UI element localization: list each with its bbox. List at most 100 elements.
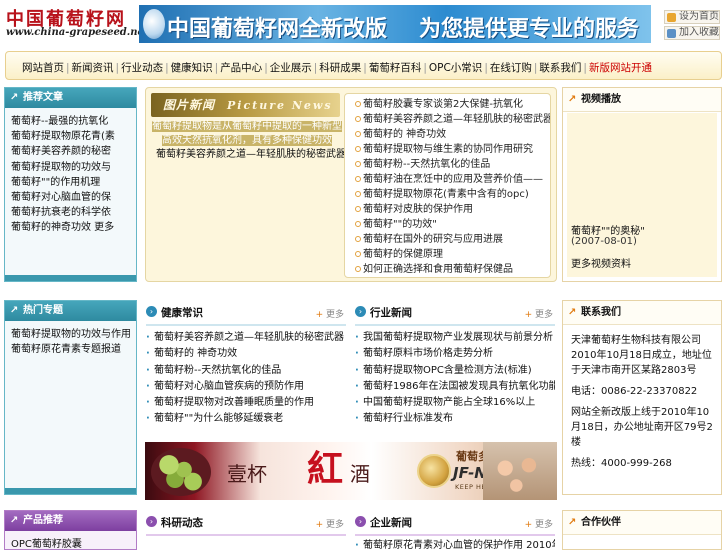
nav-item[interactable]: 企业展示 <box>270 60 312 75</box>
list-item[interactable]: 葡萄籽原花青素专题报道 <box>11 342 130 357</box>
list-item[interactable]: 葡萄籽--最强的抗氧化 <box>11 114 130 129</box>
list-item[interactable]: 葡萄籽""为什么能够延缓衰老 <box>146 411 346 427</box>
ad-seal-image <box>417 454 451 488</box>
list-item[interactable]: 葡萄籽对心脑血管疾病的预防作用 <box>146 379 346 395</box>
partners-box: 合作伙伴 <box>562 510 722 550</box>
nav-item[interactable]: 新闻资讯 <box>72 60 114 75</box>
section-title: 科研动态 <box>161 517 203 529</box>
nav-separator: | <box>264 62 268 74</box>
list-item[interactable]: 葡萄籽1986年在法国被发现具有抗氧化功能 <box>355 379 555 395</box>
box-footer-bar <box>5 275 136 281</box>
banner-left-text: 中国葡萄籽网全新改版 <box>167 17 388 42</box>
list-item[interactable]: 葡萄籽提取物的功效与作用 <box>11 327 130 342</box>
list-item[interactable]: 葡萄籽的 神奇功效 <box>146 346 346 362</box>
list-item[interactable]: 葡萄籽提取物OPC含量检测方法(标准) <box>355 363 555 379</box>
list-item[interactable]: 葡萄籽""的作用机理 <box>11 175 130 190</box>
nav-item[interactable]: 行业动态 <box>121 60 163 75</box>
nav-item[interactable]: 在线订购 <box>490 60 532 75</box>
nav-item[interactable]: 葡萄籽百科 <box>369 60 422 75</box>
list-item[interactable]: 葡萄籽抗衰老的科学依 <box>11 205 130 220</box>
section-header-company: › 企业新闻 + 更多 <box>355 512 555 536</box>
list-item[interactable]: 葡萄籽美容养颜之道—年轻肌肤的秘密武器 <box>146 330 346 346</box>
photo-news-caption[interactable]: 葡萄籽美容养颜之道—年轻肌肤的秘密武器 <box>156 145 346 160</box>
partners-box-title: 合作伙伴 <box>563 511 721 535</box>
hot-topics-title: 热门专题 <box>5 301 136 321</box>
section-bullet-icon: › <box>146 516 157 527</box>
list-item[interactable]: 葡萄籽行业标准发布 <box>355 411 555 427</box>
ad-wine-text: 酒 <box>350 462 370 486</box>
nav-item[interactable]: 科研成果 <box>319 60 361 75</box>
more-link[interactable]: + 更多 <box>316 517 344 530</box>
industry-news-list: 我国葡萄籽提取物产业发展现状与前景分析葡萄籽原料市场价格走势分析葡萄籽提取物OP… <box>355 330 555 428</box>
recommended-articles-box: 推荐文章 葡萄籽--最强的抗氧化葡萄籽提取物原花青(素葡萄籽美容养颜的秘密葡萄籽… <box>4 87 137 282</box>
list-item[interactable]: 葡萄籽胶囊专家谈第2大保健-抗氧化 <box>355 97 550 112</box>
nav-separator: | <box>533 62 538 74</box>
more-link[interactable]: + 更多 <box>525 307 553 320</box>
list-item[interactable]: 葡萄籽粉--天然抗氧化的佳品 <box>146 363 346 379</box>
video-box-title: 视频播放 <box>563 88 721 112</box>
product-recommend-list: OPC葡萄籽胶囊 <box>5 531 136 552</box>
section-title: 行业新闻 <box>370 307 412 319</box>
section-header-industry: › 行业新闻 + 更多 <box>355 302 555 326</box>
list-item[interactable]: 葡萄籽美容养颜的秘密 <box>11 144 130 159</box>
list-item[interactable]: 中国葡萄籽提取物产能占全球16%以上 <box>355 395 555 411</box>
contact-address: 天津葡萄籽生物科技有限公司2010年10月18日成立，地址位于天津市南开区某路2… <box>571 335 712 376</box>
nav-item[interactable]: OPC小常识 <box>429 60 482 75</box>
nav-item[interactable]: 健康知识 <box>171 60 213 75</box>
more-link[interactable]: + 更多 <box>525 517 553 530</box>
nav-items: 网站首页 | 新闻资讯 | 行业动态 | 健康知识 | 产品中心 | 企业展示 | 科研成果 | 葡萄籽百科… <box>22 60 652 75</box>
list-item[interactable]: 葡萄籽原料市场价格走势分析 <box>355 346 555 362</box>
grapes-image <box>151 448 211 496</box>
add-favorite-label: 加入收藏 <box>679 27 719 38</box>
video-player[interactable] <box>567 113 717 277</box>
list-item[interactable]: 葡萄籽的保健原理 <box>355 247 550 262</box>
list-item[interactable]: 葡萄籽提取物原花青(素 <box>11 129 130 144</box>
list-item[interactable]: 葡萄籽在国外的研究与应用进展 <box>355 232 550 247</box>
nav-separator: | <box>165 62 169 74</box>
video-more-link[interactable]: 更多视频资料 <box>571 255 631 270</box>
nav-separator: | <box>214 62 219 74</box>
list-item[interactable]: 葡萄籽提取物与维生素的协同作用研究 <box>355 142 550 157</box>
list-item[interactable]: 葡萄籽对心脑血管的保 <box>11 190 130 205</box>
add-favorite-link[interactable]: 加入收藏 <box>664 26 720 40</box>
ad-family-photo <box>483 442 557 500</box>
photo-news-summary: 葡萄籽提取物是从葡萄籽中提取的一种新型高效天然抗氧化剂，具有多种保健功效 <box>150 120 344 148</box>
photo-news-list: 葡萄籽胶囊专家谈第2大保健-抗氧化 葡萄籽美容养颜之道—年轻肌肤的秘密武器 葡萄籽的… <box>344 93 551 278</box>
list-item[interactable]: 我国葡萄籽提取物产业发展现状与前景分析 <box>355 330 555 346</box>
list-item[interactable]: 葡萄籽粉--天然抗氧化的佳品 <box>355 157 550 172</box>
list-item[interactable]: 葡萄籽对皮肤的保护作用 <box>355 202 550 217</box>
banner-disc-icon <box>143 9 165 39</box>
nav-item[interactable]: 产品中心 <box>220 60 262 75</box>
contact-hotline: 热线：4000-999-268 <box>571 458 672 469</box>
list-item[interactable]: 葡萄籽油在烹饪中的应用及营养价值—— <box>355 172 550 187</box>
video-date: (2007-08-01) <box>571 236 637 247</box>
list-item[interactable]: 葡萄籽""的功效" <box>355 217 550 232</box>
nav-item[interactable]: 网站首页 <box>22 60 64 75</box>
photo-news-title-en: Picture News <box>227 99 333 112</box>
more-link[interactable]: + 更多 <box>316 307 344 320</box>
main-nav: 网站首页 | 新闻资讯 | 行业动态 | 健康知识 | 产品中心 | 企业展示 | 科研成果 | 葡萄籽百科… <box>5 51 722 80</box>
list-item[interactable]: 葡萄籽提取物的功效与 <box>11 160 130 175</box>
nav-item-hot[interactable]: 新版网站开通 <box>589 60 652 75</box>
set-home-link[interactable]: 设为首页 <box>664 10 720 24</box>
header-banner[interactable]: 中国葡萄籽网全新改版 为您提供更专业的服务 <box>139 5 651 43</box>
section-header-health: › 健康常识 + 更多 <box>146 302 346 326</box>
list-item[interactable]: 葡萄籽的神奇功效 更多 <box>11 220 130 235</box>
contact-note: 网站全新改版上线于2010年10月18日，办公地址南开区79号2楼 <box>571 407 713 448</box>
list-item[interactable]: 如何正确选择和食用葡萄籽保健品 <box>355 262 550 277</box>
more-label: 更多 <box>534 520 553 530</box>
contact-phone: 电话：0086-22-23370822 <box>571 386 698 397</box>
product-recommend-title: 产品推荐 <box>5 511 136 531</box>
hot-topics-list: 葡萄籽提取物的功效与作用 葡萄籽原花青素专题报道 <box>5 321 136 357</box>
list-item[interactable]: 葡萄籽提取物原花(青素中含有的opc) <box>355 187 550 202</box>
video-title[interactable]: 葡萄籽""的奥秘" <box>571 222 645 237</box>
list-item[interactable]: 葡萄籽原花青素对心血管的保护作用 2010年05月 <box>355 538 555 554</box>
list-item[interactable]: 葡萄籽美容养颜之道—年轻肌肤的秘密武器 <box>355 112 550 127</box>
nav-item[interactable]: 联系我们 <box>539 60 581 75</box>
site-logo[interactable]: 中国葡萄籽网 www.china-grapeseed.net <box>4 5 149 43</box>
list-item[interactable]: 葡萄籽的 神奇功效 <box>355 127 550 142</box>
nav-separator: | <box>423 62 427 74</box>
wine-advertisement-banner[interactable]: 壹杯 紅 酒 葡萄多酚胶囊 JF-NATURAL KEEP HEALTH EVE… <box>145 442 557 500</box>
nav-separator: | <box>363 62 367 74</box>
list-item[interactable]: 葡萄籽提取物对改善睡眠质量的作用 <box>146 395 346 411</box>
